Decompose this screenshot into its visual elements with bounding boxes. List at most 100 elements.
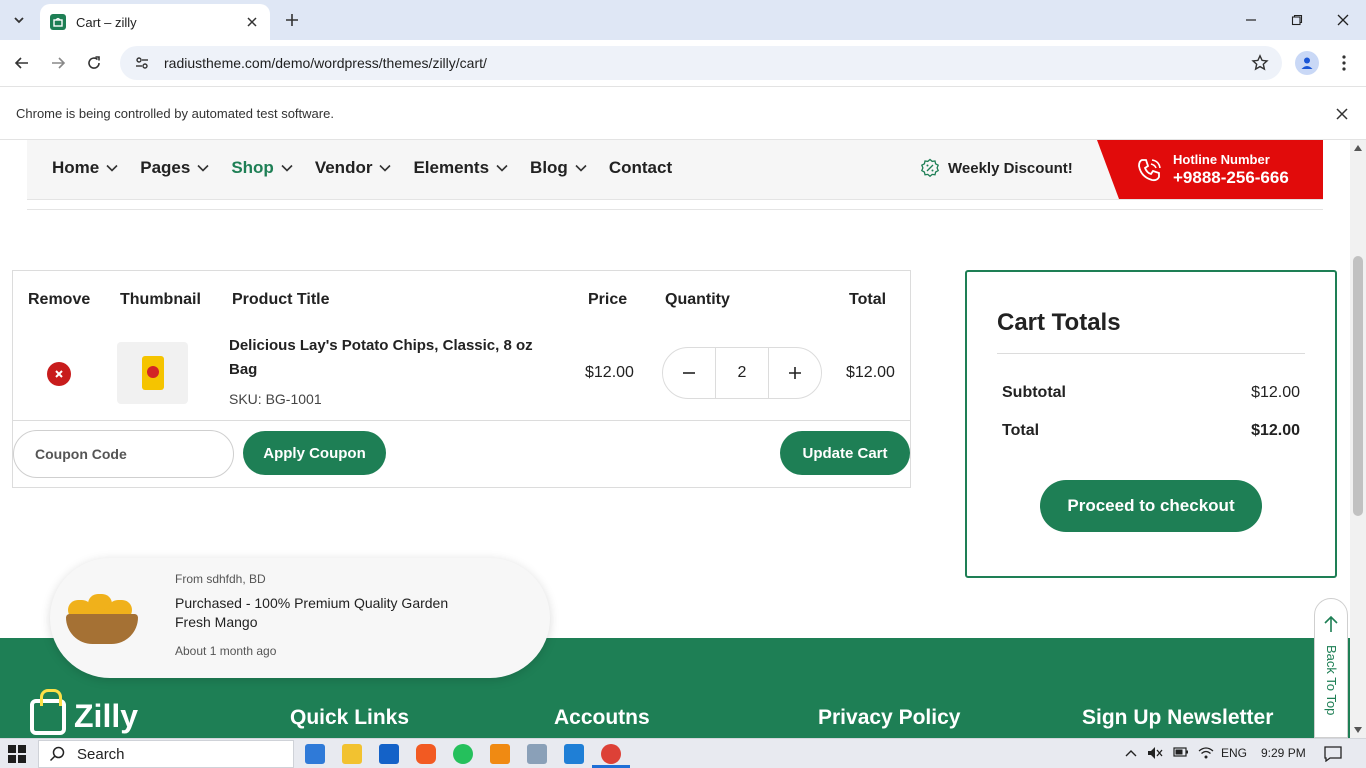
back-to-top-button[interactable]: Back To Top xyxy=(1314,598,1348,738)
chevron-down-icon xyxy=(197,164,209,172)
minimize-icon xyxy=(1246,19,1256,21)
wifi-icon[interactable] xyxy=(1198,746,1214,762)
chevron-down-icon xyxy=(106,164,118,172)
chevron-down-icon xyxy=(575,164,587,172)
chevron-down-icon xyxy=(281,164,293,172)
address-bar[interactable]: radiustheme.com/demo/wordpress/themes/zi… xyxy=(120,46,1282,80)
scroll-up-arrow-icon[interactable] xyxy=(1350,140,1366,156)
product-thumbnail[interactable] xyxy=(117,342,188,404)
cart-totals-panel: Cart Totals Subtotal $12.00 Total $12.00… xyxy=(965,270,1337,578)
shopping-bag-icon xyxy=(30,688,66,735)
tab-close-icon[interactable] xyxy=(244,14,260,30)
brave-browser-icon[interactable] xyxy=(416,744,436,764)
tab-title: Cart – zilly xyxy=(76,14,137,30)
footer-heading-newsletter: Sign Up Newsletter xyxy=(1082,706,1274,729)
quantity-decrease-button[interactable] xyxy=(663,348,715,398)
arrow-up-icon xyxy=(1324,615,1338,632)
divider xyxy=(13,420,910,421)
new-tab-button[interactable] xyxy=(280,8,304,32)
scroll-down-arrow-icon[interactable] xyxy=(1350,722,1366,738)
quantity-increase-button[interactable] xyxy=(769,348,821,398)
proceed-to-checkout-button[interactable]: Proceed to checkout xyxy=(1040,480,1262,532)
weekly-discount-label: Weekly Discount! xyxy=(948,159,1073,177)
zilly-favicon-icon xyxy=(50,14,66,30)
site-settings-icon[interactable] xyxy=(132,53,152,73)
search-icon xyxy=(49,746,65,762)
menu-item-blog[interactable]: Blog xyxy=(530,158,587,178)
close-icon xyxy=(55,370,63,378)
menu-item-label: Vendor xyxy=(314,158,373,177)
photos-app-icon[interactable] xyxy=(527,744,547,764)
chrome-icon[interactable] xyxy=(601,744,621,764)
notifications-icon[interactable] xyxy=(1324,746,1342,765)
vscode-icon[interactable] xyxy=(564,744,584,764)
menu-item-elements[interactable]: Elements xyxy=(413,158,508,178)
bookmark-star-icon[interactable] xyxy=(1248,51,1272,75)
mail-app-icon[interactable] xyxy=(305,744,325,764)
hotline-number: +9888-256-666 xyxy=(1173,167,1289,187)
infobar-close-icon[interactable] xyxy=(1332,104,1352,124)
back-button[interactable] xyxy=(8,49,36,77)
product-sku: SKU: BG-1001 xyxy=(229,391,322,407)
close-icon xyxy=(1337,14,1349,26)
menu: Home Pages Shop Vendor Elements Blog Con… xyxy=(52,158,694,178)
reload-button[interactable] xyxy=(80,49,108,77)
cart-table: Remove Thumbnail Product Title Price Qua… xyxy=(12,270,911,488)
menu-item-contact[interactable]: Contact xyxy=(609,158,672,178)
menu-item-label: Blog xyxy=(530,158,568,177)
whatsapp-icon[interactable] xyxy=(453,744,473,764)
browser-menu-icon[interactable] xyxy=(1332,51,1356,75)
scrollbar-thumb[interactable] xyxy=(1353,256,1363,516)
menu-item-vendor[interactable]: Vendor xyxy=(315,158,392,178)
remove-item-button[interactable] xyxy=(47,362,71,386)
reload-icon xyxy=(88,56,100,69)
phone-icon xyxy=(1135,156,1163,184)
update-cart-button[interactable]: Update Cart xyxy=(780,431,910,475)
header-price: Price xyxy=(588,291,628,308)
windows-taskbar: Search ENG 9:29 PM xyxy=(0,738,1366,768)
header-thumbnail: Thumbnail xyxy=(120,291,201,308)
recent-purchase-popup[interactable]: From sdhfdh, BD Purchased - 100% Premium… xyxy=(50,558,550,678)
page-scrollbar[interactable] xyxy=(1350,140,1366,738)
footer-logo[interactable]: Zilly xyxy=(30,688,138,735)
footer-heading-accounts: Accoutns xyxy=(554,706,650,729)
forward-button[interactable] xyxy=(44,49,72,77)
tray-chevron-up-icon[interactable] xyxy=(1125,746,1137,760)
menu-item-pages[interactable]: Pages xyxy=(140,158,209,178)
automation-infobar: Chrome is being controlled by automated … xyxy=(0,86,1366,140)
store-app-icon[interactable] xyxy=(379,744,399,764)
minimize-button[interactable] xyxy=(1228,0,1274,40)
basket-shape xyxy=(66,614,138,644)
total-value: $12.00 xyxy=(1251,422,1300,439)
footer-heading-privacy-policy: Privacy Policy xyxy=(818,706,961,729)
back-to-top-label: Back To Top xyxy=(1324,645,1339,716)
menu-item-shop[interactable]: Shop xyxy=(231,158,293,178)
apply-coupon-button[interactable]: Apply Coupon xyxy=(243,431,386,475)
hotline-box[interactable]: Hotline Number +9888-256-666 xyxy=(1097,140,1323,199)
file-explorer-icon[interactable] xyxy=(342,744,362,764)
tab-search-button[interactable] xyxy=(6,7,32,33)
battery-icon[interactable] xyxy=(1173,746,1189,761)
profile-avatar-icon[interactable] xyxy=(1295,51,1319,75)
plus-icon xyxy=(286,14,298,26)
quantity-stepper: 2 xyxy=(662,347,822,399)
menu-item-home[interactable]: Home xyxy=(52,158,118,178)
clock[interactable]: 9:29 PM xyxy=(1261,746,1306,760)
quantity-input[interactable]: 2 xyxy=(715,348,769,398)
hotline-label: Hotline Number xyxy=(1173,151,1270,167)
restore-button[interactable] xyxy=(1274,0,1320,40)
vlc-icon[interactable] xyxy=(490,744,510,764)
close-window-button[interactable] xyxy=(1320,0,1366,40)
total-label: Total xyxy=(1002,422,1040,439)
volume-muted-icon[interactable] xyxy=(1147,746,1163,763)
browser-tab-cart[interactable]: Cart – zilly xyxy=(40,4,270,40)
product-title-link[interactable]: Delicious Lay's Potato Chips, Classic, 8… xyxy=(229,334,549,382)
infobar-text: Chrome is being controlled by automated … xyxy=(16,105,334,121)
language-indicator[interactable]: ENG xyxy=(1221,746,1247,760)
windows-start-icon[interactable] xyxy=(8,745,26,763)
popup-message[interactable]: Purchased - 100% Premium Quality Garden … xyxy=(175,594,485,632)
mango-basket-image xyxy=(60,584,142,652)
taskbar-search[interactable]: Search xyxy=(38,740,294,768)
coupon-code-input[interactable]: Coupon Code xyxy=(13,430,234,478)
weekly-discount-link[interactable]: Weekly Discount! xyxy=(920,158,1073,178)
